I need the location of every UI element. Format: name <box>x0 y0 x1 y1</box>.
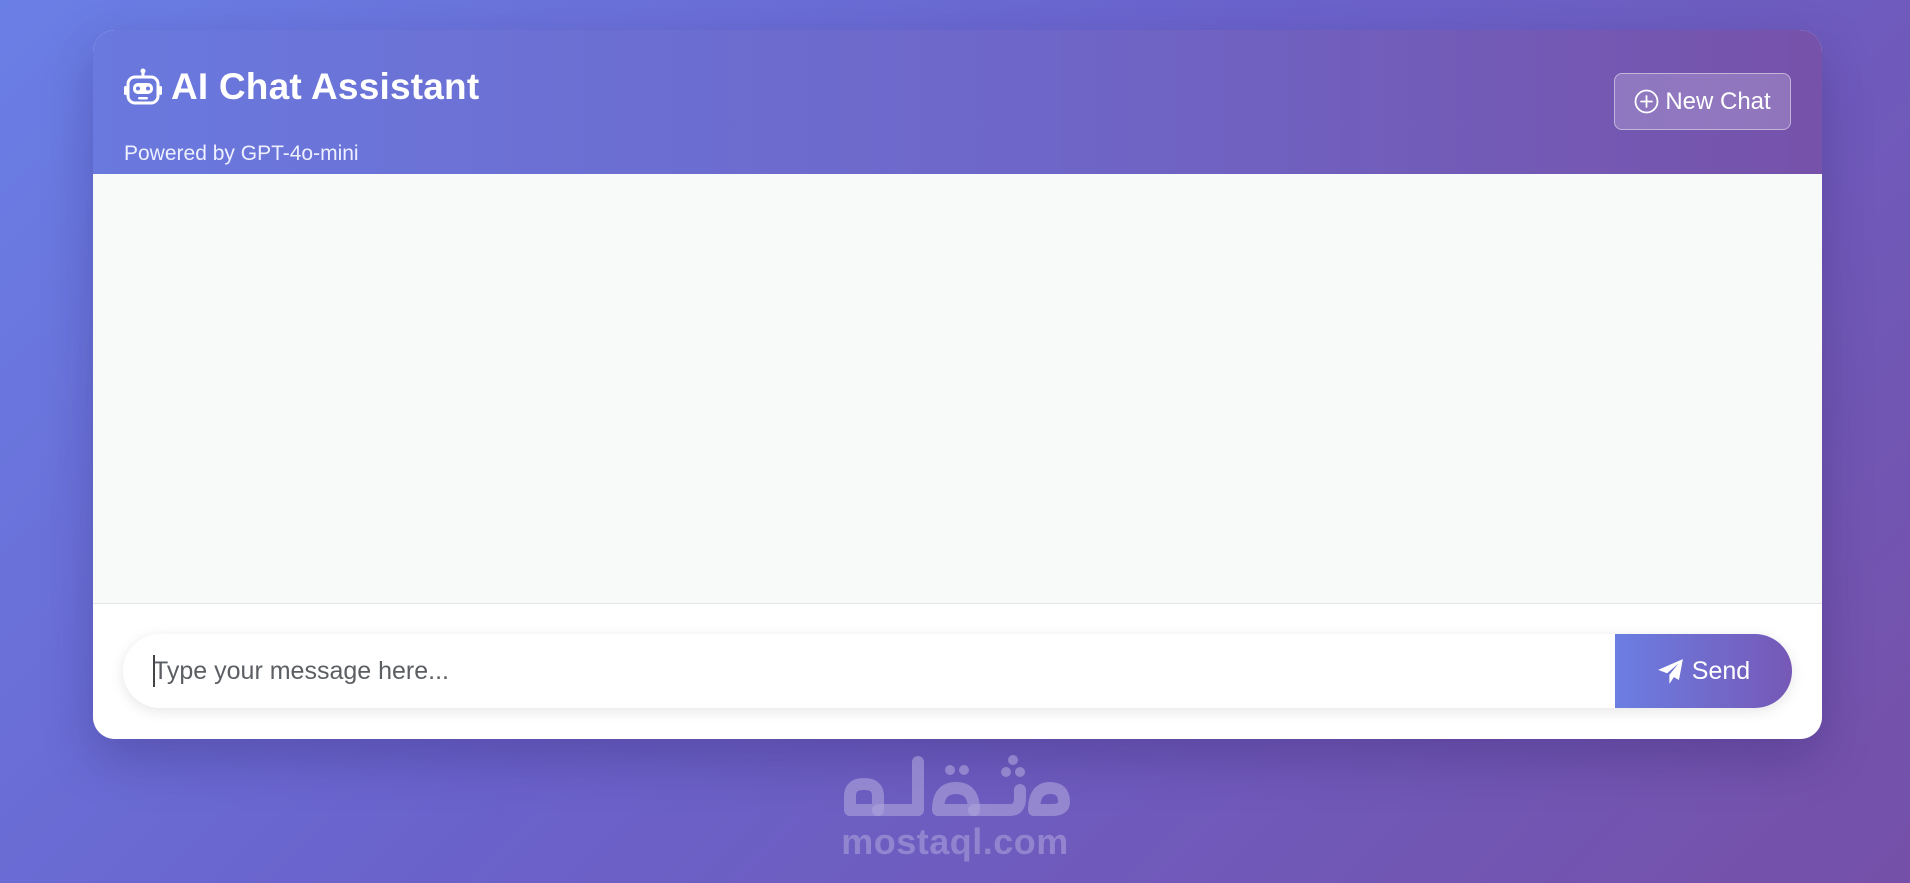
new-chat-button[interactable]: New Chat <box>1614 73 1791 130</box>
new-chat-label: New Chat <box>1665 87 1771 115</box>
send-label: Send <box>1691 656 1751 685</box>
page-title: AI Chat Assistant <box>171 66 480 107</box>
mostaql-logo <box>844 755 1070 816</box>
send-button[interactable]: Send <box>1615 634 1792 708</box>
robot-icon <box>124 68 162 105</box>
plus-circle-icon <box>1634 89 1659 114</box>
message-input[interactable] <box>123 634 1615 708</box>
text-caret <box>153 655 155 687</box>
message-composer: Send <box>93 604 1822 739</box>
title-row: AI Chat Assistant <box>123 66 479 108</box>
chat-window: AI Chat Assistant Powered by GPT-4o-mini… <box>93 30 1822 739</box>
watermark: mostaql.com <box>835 752 1075 862</box>
watermark-site: mostaql.com <box>841 821 1069 862</box>
model-subtitle: Powered by GPT-4o-mini <box>124 142 359 165</box>
input-group: Send <box>123 634 1792 708</box>
chat-header: AI Chat Assistant Powered by GPT-4o-mini… <box>93 30 1822 174</box>
messages-area[interactable] <box>93 174 1822 604</box>
paper-plane-icon <box>1657 658 1683 684</box>
